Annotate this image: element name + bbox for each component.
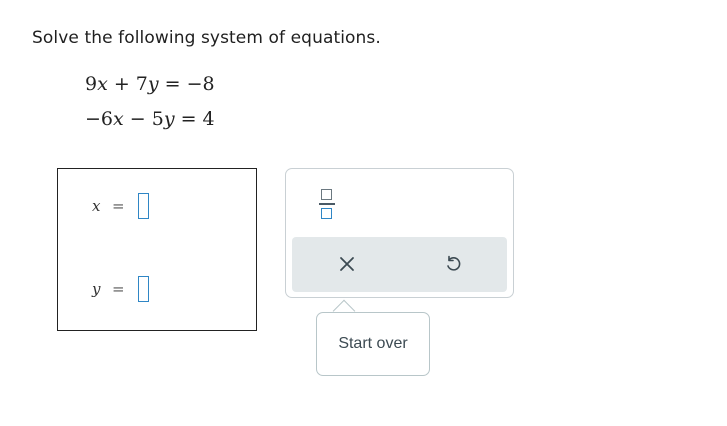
action-bar xyxy=(292,237,507,292)
question-prompt: Solve the following system of equations. xyxy=(32,28,381,48)
y-label: y xyxy=(92,280,101,298)
numerator-box xyxy=(321,189,332,200)
y-input[interactable] xyxy=(138,276,149,302)
answer-row-x: x = xyxy=(92,193,149,219)
fraction-bar xyxy=(319,203,335,205)
fraction-icon[interactable] xyxy=(316,186,338,222)
denominator-box xyxy=(321,208,332,219)
equals-sign: = xyxy=(112,280,125,298)
x-label: x xyxy=(92,197,101,215)
close-icon[interactable] xyxy=(334,251,360,277)
answer-row-y: y = xyxy=(92,276,149,302)
equation-1: 9x + 7y = −8 xyxy=(85,73,215,95)
undo-icon[interactable] xyxy=(440,251,466,277)
x-input[interactable] xyxy=(138,193,149,219)
equals-sign: = xyxy=(112,197,125,215)
math-tool-panel xyxy=(285,168,514,298)
equation-2: −6x − 5y = 4 xyxy=(85,108,215,130)
start-over-tooltip: Start over xyxy=(316,312,430,376)
answer-box: x = y = xyxy=(57,168,257,331)
